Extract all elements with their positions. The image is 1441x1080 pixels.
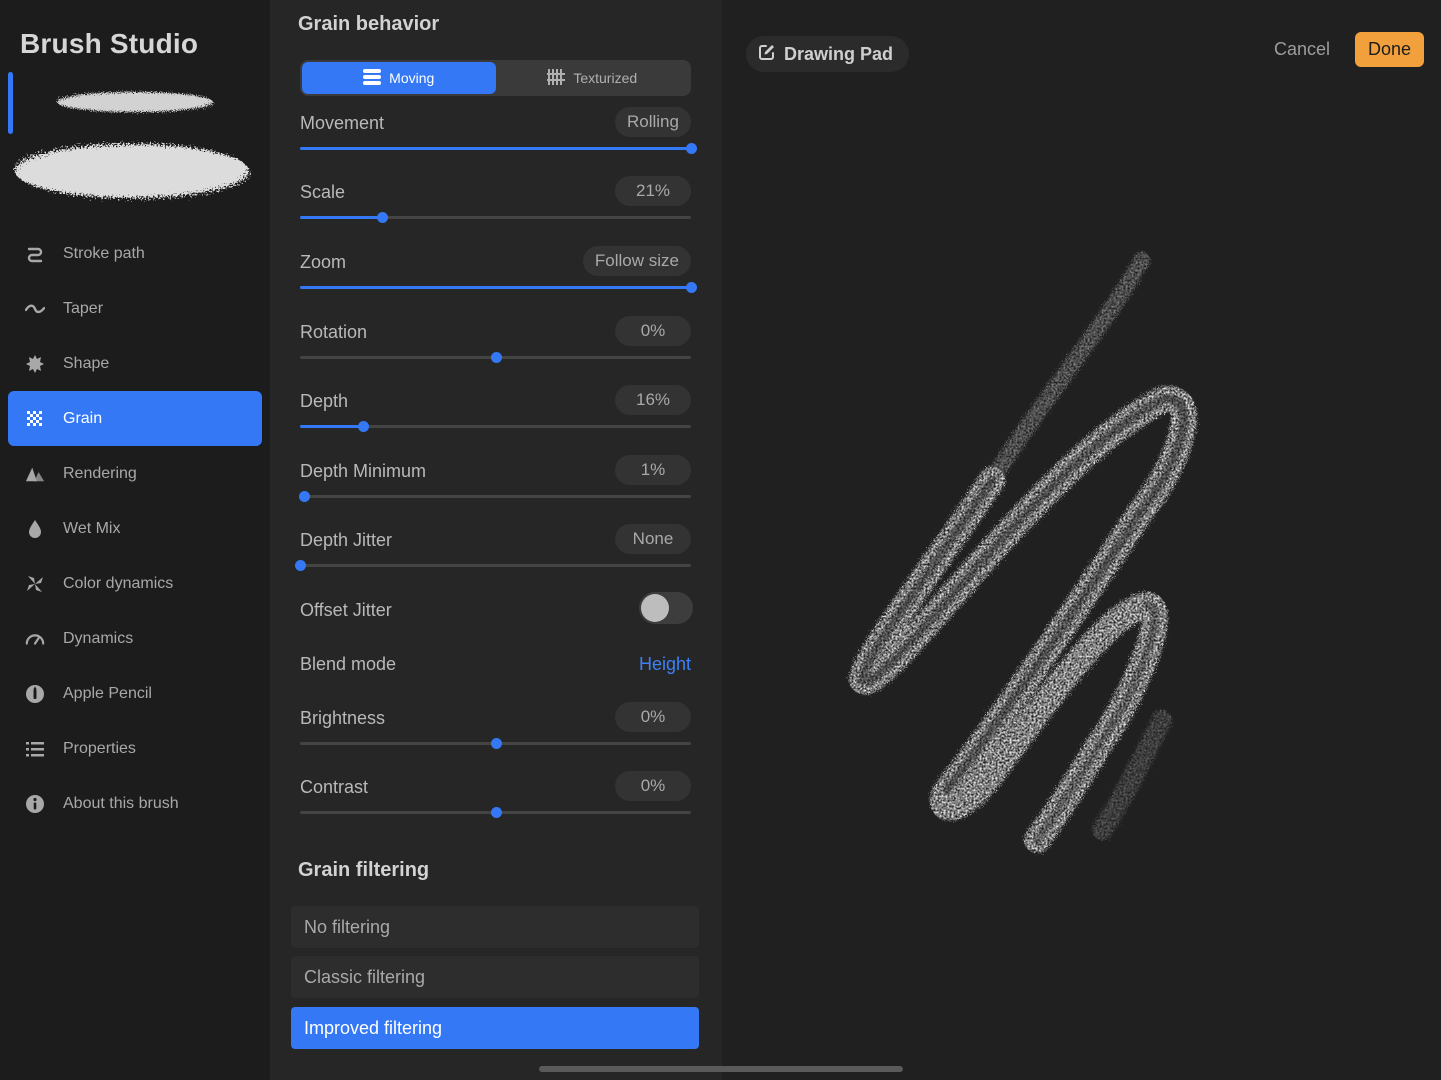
rendering-icon xyxy=(25,464,45,484)
color-dynamics-icon xyxy=(25,574,45,594)
sidebar-item-shape[interactable]: Shape xyxy=(8,336,262,391)
depth-value[interactable]: 16% xyxy=(615,385,691,415)
app-title: Brush Studio xyxy=(20,28,199,59)
sidebar-item-label: Taper xyxy=(63,299,104,317)
done-button[interactable]: Done xyxy=(1355,32,1424,67)
blend-mode-value[interactable]: Height xyxy=(639,654,691,675)
sidebar-item-label: Properties xyxy=(63,739,136,757)
dynamics-icon xyxy=(25,629,45,649)
zoom-label: Zoom xyxy=(300,252,347,272)
home-indicator[interactable] xyxy=(539,1066,903,1072)
drawing-pad[interactable]: Drawing Pad Cancel Done xyxy=(722,0,1441,1080)
zoom-slider[interactable] xyxy=(300,282,697,293)
sidebar-item-label: Rendering xyxy=(63,464,137,482)
drawing-pad-label: Drawing Pad xyxy=(784,43,894,64)
scale-slider-thumb[interactable] xyxy=(377,212,389,223)
movement-slider-thumb[interactable] xyxy=(686,143,697,154)
improved-filtering-option[interactable]: Improved filtering xyxy=(291,1007,699,1049)
brightness-value[interactable]: 0% xyxy=(615,702,691,732)
texturized-icon xyxy=(547,68,566,89)
texturized-mode-button[interactable]: Texturized xyxy=(496,62,690,94)
depth-label: Depth xyxy=(300,391,349,411)
depth-jitter-value[interactable]: None xyxy=(615,524,691,554)
moving-mode-button[interactable]: Moving xyxy=(302,62,496,94)
classic-filtering-option[interactable]: Classic filtering xyxy=(291,956,699,998)
sidebar-item-label: About this brush xyxy=(63,794,179,812)
test-stroke xyxy=(849,252,1197,853)
sidebar-item-label: Wet Mix xyxy=(63,519,121,537)
brightness-slider-thumb[interactable] xyxy=(490,738,502,749)
scale-label: Scale xyxy=(300,182,346,202)
drawing-pad-button[interactable]: Drawing Pad xyxy=(746,36,910,72)
depth-minimum-value[interactable]: 1% xyxy=(615,455,691,485)
moving-icon xyxy=(363,68,382,88)
blend-mode-label: Blend mode xyxy=(300,654,397,674)
contrast-slider[interactable] xyxy=(300,807,691,818)
contrast-label: Contrast xyxy=(300,777,369,797)
no-filtering-option[interactable]: No filtering xyxy=(291,906,699,948)
sidebar-item-label: Shape xyxy=(63,354,110,372)
offset-jitter-label: Offset Jitter xyxy=(300,600,392,620)
sidebar-item-taper[interactable]: Taper xyxy=(8,281,262,336)
sidebar-item-grain[interactable]: Grain xyxy=(8,391,262,446)
contrast-slider-thumb[interactable] xyxy=(490,807,502,818)
rotation-slider[interactable] xyxy=(300,352,691,363)
edit-icon xyxy=(758,43,776,66)
sidebar: Brush Studio Stroke path Taper Shape Gra… xyxy=(0,0,270,1080)
shape-icon xyxy=(25,354,45,374)
stroke-path-icon xyxy=(25,244,45,264)
wet-mix-icon xyxy=(25,519,45,539)
sidebar-item-dynamics[interactable]: Dynamics xyxy=(8,611,262,666)
depth-slider-thumb[interactable] xyxy=(357,421,369,432)
sidebar-item-label: Apple Pencil xyxy=(63,684,152,702)
zoom-slider-thumb[interactable] xyxy=(686,282,697,293)
movement-value[interactable]: Rolling xyxy=(615,107,691,137)
sidebar-item-label: Stroke path xyxy=(63,244,145,262)
brush-preview[interactable] xyxy=(10,78,265,208)
zoom-value[interactable]: Follow size xyxy=(582,246,691,276)
depth-minimum-slider-thumb[interactable] xyxy=(298,491,310,502)
depth-jitter-slider[interactable] xyxy=(295,560,691,571)
properties-icon xyxy=(25,739,45,759)
sidebar-item-apple-pencil[interactable]: Apple Pencil xyxy=(8,666,262,721)
sidebar-item-about[interactable]: About this brush xyxy=(8,776,262,831)
sidebar-item-label: Color dynamics xyxy=(63,574,174,592)
taper-icon xyxy=(25,299,45,319)
grain-behavior-title: Grain behavior xyxy=(298,13,440,35)
sidebar-item-stroke-path[interactable]: Stroke path xyxy=(8,226,262,281)
depth-minimum-slider[interactable] xyxy=(298,491,691,502)
sidebar-item-label: Grain xyxy=(63,409,103,427)
rotation-label: Rotation xyxy=(300,322,368,342)
depth-minimum-label: Depth Minimum xyxy=(300,461,427,481)
brightness-slider[interactable] xyxy=(300,738,691,749)
scale-slider[interactable] xyxy=(300,212,691,223)
grain-icon xyxy=(25,409,45,429)
sidebar-item-wet-mix[interactable]: Wet Mix xyxy=(8,501,262,556)
rotation-slider-thumb[interactable] xyxy=(490,352,502,363)
offset-jitter-toggle[interactable] xyxy=(639,592,693,624)
movement-slider[interactable] xyxy=(300,143,697,154)
scale-value[interactable]: 21% xyxy=(615,176,691,206)
moving-mode-label: Moving xyxy=(389,70,435,86)
rotation-value[interactable]: 0% xyxy=(615,316,691,346)
movement-label: Movement xyxy=(300,113,385,133)
contrast-value[interactable]: 0% xyxy=(615,771,691,801)
brightness-label: Brightness xyxy=(300,708,386,728)
offset-jitter-toggle-knob xyxy=(641,594,669,622)
sidebar-item-color-dynamics[interactable]: Color dynamics xyxy=(8,556,262,611)
sidebar-item-label: Dynamics xyxy=(63,629,134,647)
info-icon xyxy=(25,794,45,814)
depth-jitter-label: Depth Jitter xyxy=(300,530,393,550)
sidebar-item-properties[interactable]: Properties xyxy=(8,721,262,776)
grain-filtering-title: Grain filtering xyxy=(298,859,430,881)
texturized-mode-label: Texturized xyxy=(573,70,638,86)
depth-jitter-slider-thumb[interactable] xyxy=(295,560,306,571)
grain-mode-control: Moving Texturized xyxy=(300,60,691,96)
sidebar-item-rendering[interactable]: Rendering xyxy=(8,446,262,501)
cancel-button[interactable]: Cancel xyxy=(1274,39,1330,60)
sidebar-nav: Stroke path Taper Shape Grain Rendering … xyxy=(8,226,262,831)
depth-slider[interactable] xyxy=(300,421,691,432)
apple-pencil-icon xyxy=(25,684,45,704)
settings-panel: Grain behavior Moving Texturized Movemen… xyxy=(270,0,722,1080)
